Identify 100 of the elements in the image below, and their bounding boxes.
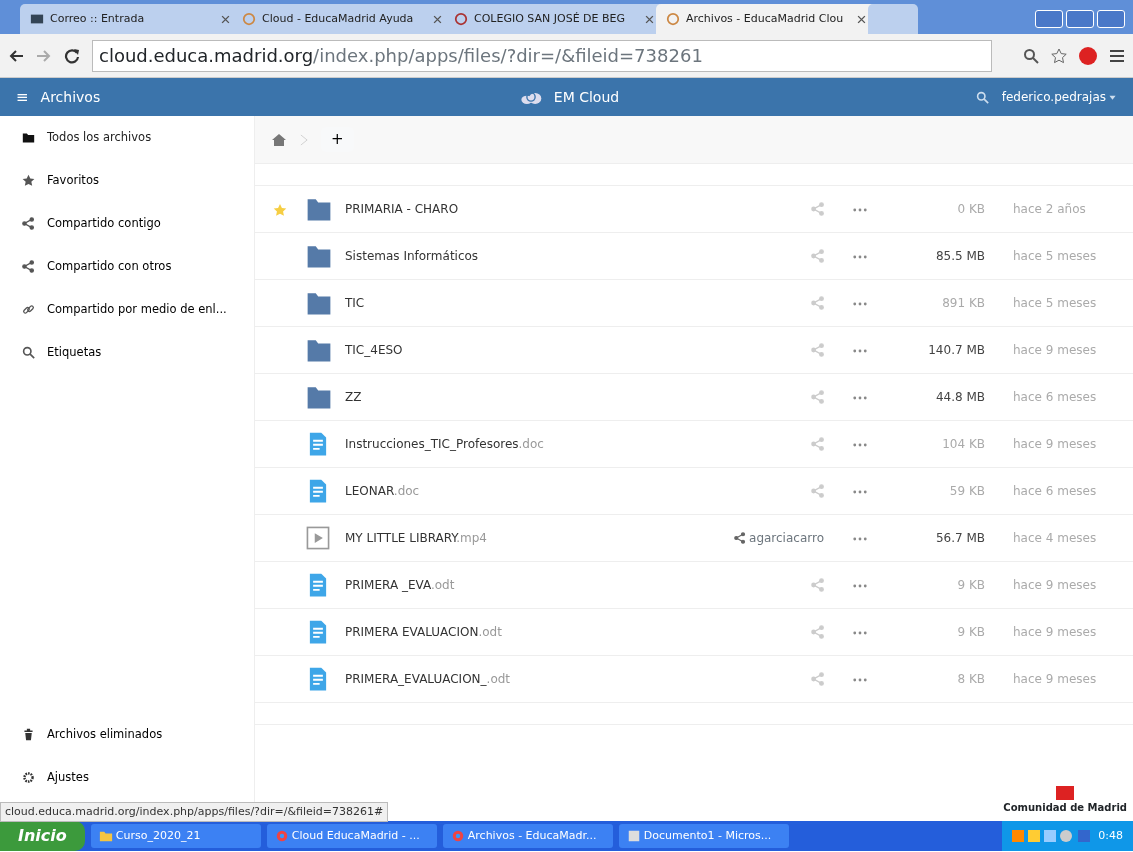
folder-icon [98,829,113,843]
more-actions-icon[interactable] [853,489,867,494]
more-actions-icon[interactable] [853,301,867,306]
star-icon [22,174,35,187]
gear-icon [22,771,35,784]
address-bar[interactable]: cloud.educa.madrid.org/index.php/apps/files/?dir=/&fileid=738261 [92,39,992,72]
share-icon [22,217,35,230]
clock: 0:48 [1098,827,1123,844]
share-icon [734,532,747,544]
trash-icon [22,728,35,741]
folder-icon [22,131,35,144]
modified-date: hace 9 meses [1012,436,1098,453]
file-name[interactable]: PRIMERA EVALUACION.odt [345,625,502,639]
sidebar-item[interactable]: Favoritos [0,159,254,202]
more-actions-icon[interactable] [853,442,867,447]
file-name[interactable]: Sistemas Informáticos [345,249,479,263]
sidebar-item[interactable]: Compartido por medio de enl... [0,288,254,331]
more-actions-icon[interactable] [853,536,867,541]
sidebar-item[interactable]: Compartido con otros [0,245,254,288]
star-icon[interactable] [273,202,287,217]
search-icon[interactable] [1023,47,1039,64]
file-name[interactable]: PRIMERA_EVALUACION_.odt [345,672,511,686]
modified-date: hace 5 meses [1012,295,1098,312]
modified-date: hace 6 meses [1012,389,1098,406]
status-url: cloud.educa.madrid.org/index.php/apps/files/?dir=/&fileid=738261# [0,801,389,822]
more-actions-icon[interactable] [853,630,867,635]
home-icon[interactable] [271,131,287,148]
close-icon[interactable] [857,14,866,24]
more-actions-icon[interactable] [853,583,867,588]
star-outline-icon[interactable] [1051,47,1067,64]
taskbar-button[interactable]: Cloud EducaMadrid - ... [266,824,437,848]
user-menu[interactable]: federico.pedrajas [1000,87,1117,107]
close-icon[interactable] [221,14,230,24]
app-title: Archivos [40,87,101,107]
modified-date: hace 5 meses [1012,248,1098,265]
file-size: 8 KB [956,671,985,688]
more-actions-icon[interactable] [853,348,867,353]
reload-icon[interactable] [64,47,80,64]
file-name[interactable]: LEONAR.doc [345,484,420,498]
link-icon [22,303,35,316]
menu-icon[interactable] [1109,47,1125,64]
document-icon [626,829,641,843]
file-size: 56.7 MB [934,530,985,547]
favicon-icon [454,12,468,26]
file-size: 9 KB [956,577,985,594]
file-name[interactable]: MY LITTLE LIBRARY.mp4 [345,531,487,545]
search-icon [22,346,35,359]
more-actions-icon[interactable] [853,677,867,682]
folder-icon [305,290,333,316]
envelope-icon [30,12,44,26]
file-size: 0 KB [956,201,985,218]
close-icon[interactable] [645,14,654,24]
video-icon [305,525,331,551]
forward-arrow-icon[interactable] [36,47,52,64]
file-name[interactable]: PRIMARIA - CHARO [345,202,459,216]
flag-icon [1056,786,1075,800]
caret-icon [1109,93,1116,101]
file-size: 85.5 MB [934,248,985,265]
minimize-button[interactable] [1035,10,1063,28]
close-window-button[interactable] [1097,10,1125,28]
share-icon [22,260,35,273]
modified-date: hace 9 meses [1012,624,1098,641]
folder-icon [305,384,333,410]
file-name[interactable]: TIC [345,296,365,310]
sidebar-item[interactable]: Etiquetas [0,331,254,374]
modified-date: hace 2 años [1012,201,1087,218]
pin-extension-icon[interactable] [1079,46,1097,65]
folder-icon [305,243,333,269]
file-name[interactable]: ZZ [345,390,362,404]
search-icon[interactable] [975,90,989,104]
start-button[interactable]: Inicio [0,821,85,851]
file-name[interactable]: PRIMERA _EVA.odt [345,578,455,592]
file-size: 44.8 MB [934,389,985,406]
file-size: 104 KB [941,436,985,453]
file-size: 59 KB [948,483,985,500]
menu-button[interactable]: ≡ [16,85,29,109]
file-name[interactable]: Instrucciones_TIC_Profesores.doc [345,437,544,451]
modified-date: hace 9 meses [1012,342,1098,359]
modified-date: hace 6 meses [1012,483,1098,500]
more-actions-icon[interactable] [853,207,867,212]
file-name[interactable]: TIC_4ESO [345,343,403,357]
browser-icon [274,829,289,843]
close-icon[interactable] [433,14,442,24]
restore-button[interactable] [1066,10,1094,28]
taskbar-button[interactable]: Curso_2020_21 [90,824,261,848]
folder-icon [305,196,333,222]
more-actions-icon[interactable] [853,395,867,400]
shared-owner-link[interactable]: agarciacarro [733,528,825,548]
sidebar-item[interactable]: Archivos eliminados [0,713,254,756]
taskbar-button[interactable]: Archivos - EducaMadr... [442,824,613,848]
sidebar-item[interactable]: Ajustes [0,756,254,799]
favicon-icon [242,12,256,26]
back-arrow-icon[interactable] [8,47,24,64]
more-actions-icon[interactable] [853,254,867,259]
brand-name: EM Cloud [553,87,620,107]
sidebar-item[interactable]: Compartido contigo [0,202,254,245]
taskbar-button[interactable]: Documento1 - Micros... [618,824,789,848]
favicon-icon [666,12,680,26]
file-size: 891 KB [941,295,985,312]
sidebar-item[interactable]: Todos los archivos [0,116,254,159]
